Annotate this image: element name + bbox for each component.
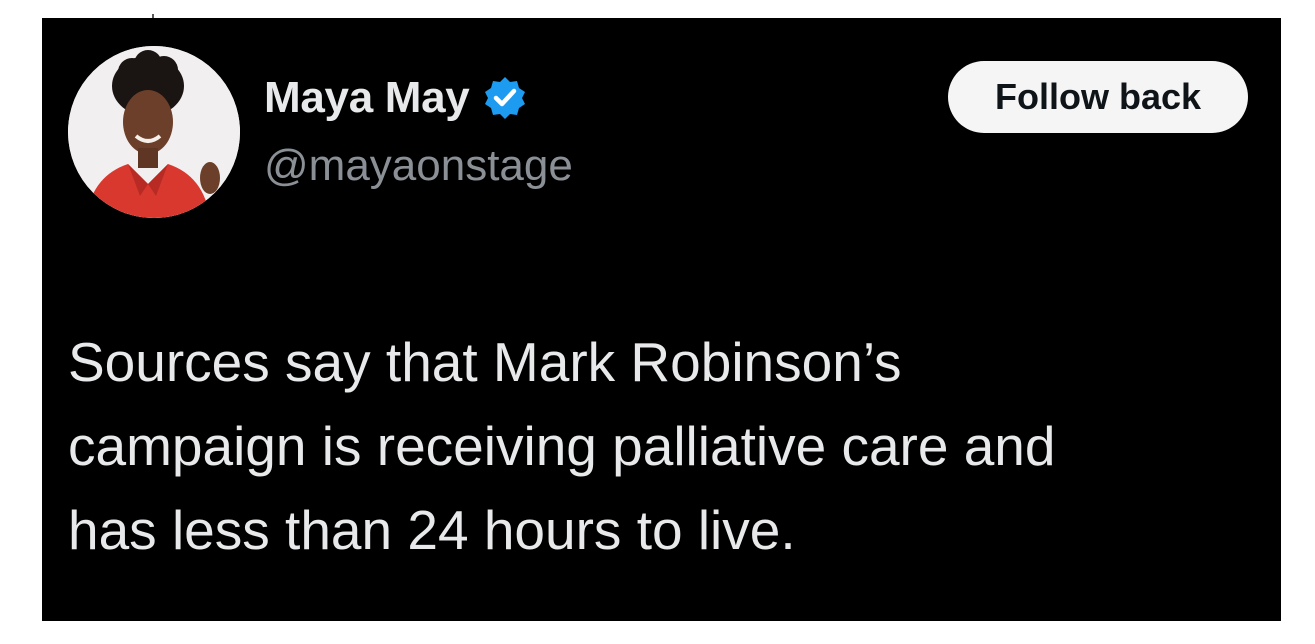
tweet-text-line: campaign is receiving palliative care an… [68, 415, 1056, 477]
tweet-card: Maya May @mayaonstage Follow back Source… [42, 18, 1281, 621]
user-handle[interactable]: @mayaonstage [264, 138, 573, 194]
verified-check-icon [481, 74, 529, 122]
avatar[interactable] [68, 46, 240, 218]
follow-back-button[interactable]: Follow back [948, 61, 1248, 133]
tweet-text-line: has less than 24 hours to live. [68, 499, 796, 561]
avatar-image [68, 46, 240, 218]
name-row: Maya May [264, 70, 529, 126]
tweet-text: Sources say that Mark Robinson’s campaig… [68, 320, 1258, 572]
display-name[interactable]: Maya May [264, 70, 470, 126]
tweet-text-line: Sources say that Mark Robinson’s [68, 331, 902, 393]
